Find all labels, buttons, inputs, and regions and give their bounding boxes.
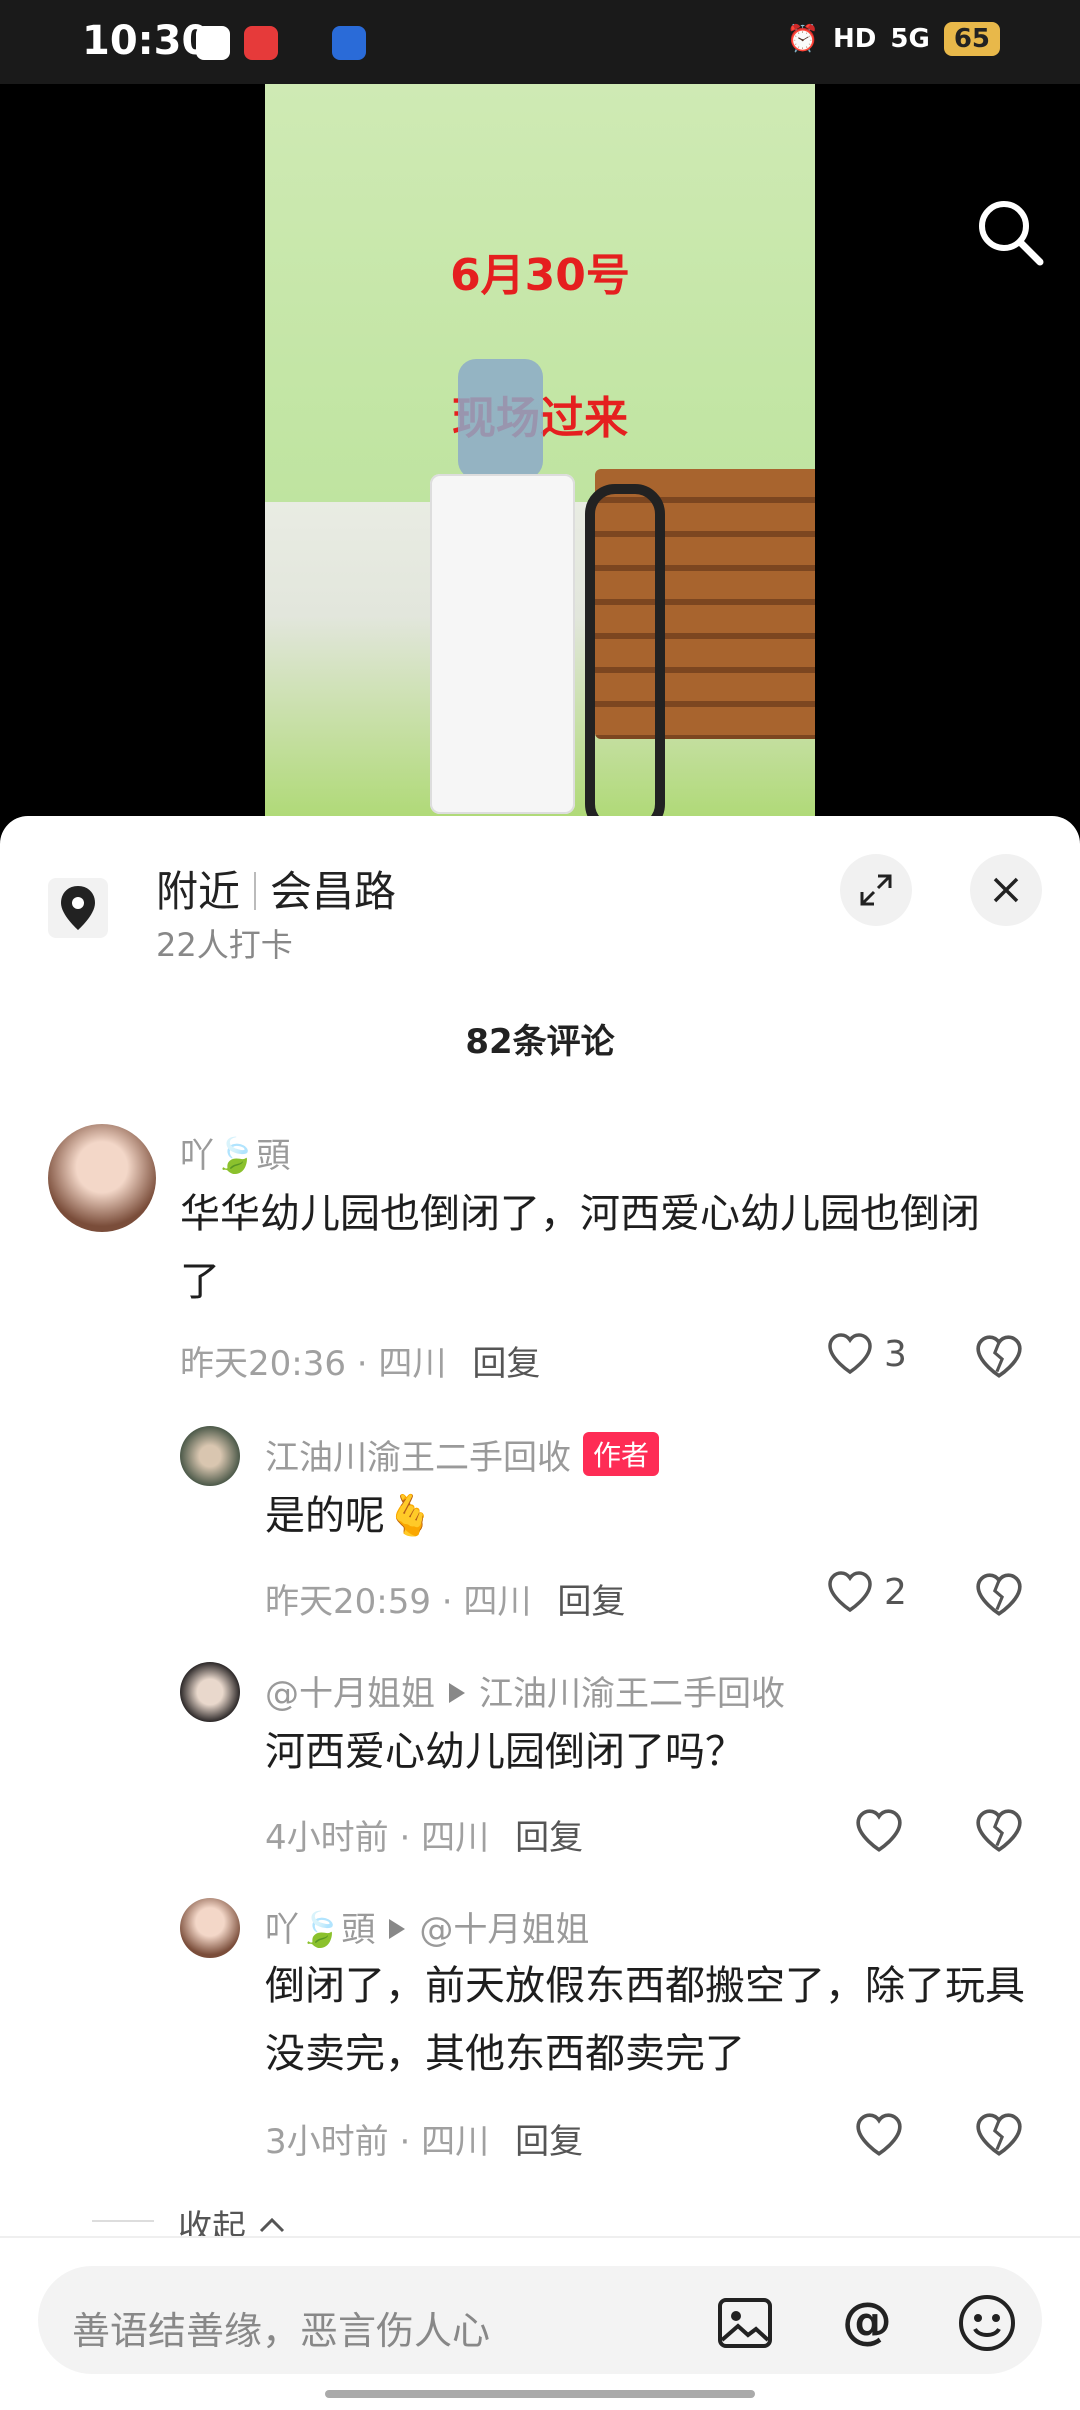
comment-meta: 昨天20:59 · 四川 回复 xyxy=(265,1582,626,1622)
comment-meta: 3小时前 · 四川 回复 xyxy=(265,2122,584,2162)
image-icon[interactable] xyxy=(714,2292,776,2354)
comment-sheet: 附近 会昌路 22人打卡 82条评论 吖🍃頭 华华幼儿园也倒闭了，河西爱心幼儿园也… xyxy=(0,816,1080,2408)
expand-button[interactable] xyxy=(840,854,912,926)
avatar[interactable] xyxy=(48,1124,156,1232)
status-right: ⏰ HD 5G 65 xyxy=(787,22,1000,56)
comment-meta: 4小时前 · 四川 回复 xyxy=(265,1818,584,1858)
network-icon: 5G xyxy=(890,24,930,54)
location-title[interactable]: 附近 会昌路 xyxy=(156,858,396,919)
svg-text:@: @ xyxy=(842,2292,892,2350)
alarm-icon: ⏰ xyxy=(786,24,820,54)
heart-icon[interactable] xyxy=(854,2112,904,2158)
comment-time: 昨天20:59 xyxy=(265,1582,431,1622)
comment-time: 3小时前 xyxy=(265,2122,389,2162)
expand-icon xyxy=(860,874,892,906)
comment-input[interactable]: 善语结善缘，恶言伤人心 @ xyxy=(38,2266,1042,2374)
bench-leg xyxy=(585,484,665,834)
emoji-icon[interactable] xyxy=(956,2292,1018,2354)
location-name: 会昌路 xyxy=(270,867,397,916)
heart-icon xyxy=(828,1333,872,1375)
username-text: 吖🍃頭 xyxy=(265,1910,376,1950)
comment-text: 华华幼儿园也倒闭了，河西爱心幼儿园也倒闭了 xyxy=(180,1191,980,1305)
video-player[interactable]: 6月30号 现场过来 xyxy=(0,84,1080,844)
comment-username[interactable]: 吖🍃頭 xyxy=(180,1128,290,1177)
username-text: 江油川渝王二手回收 xyxy=(265,1438,571,1478)
username-text: @十月姐姐 xyxy=(265,1674,435,1714)
battery-icon: 65 xyxy=(943,22,1000,56)
alipay-icon xyxy=(332,26,366,60)
reply-button[interactable]: 回复 xyxy=(515,1818,583,1858)
heart-icon[interactable] xyxy=(854,1808,904,1854)
comment-meta: 昨天20:36 · 四川 回复 xyxy=(180,1344,541,1384)
status-time: 10:30 xyxy=(82,18,210,64)
search-icon[interactable] xyxy=(974,196,1046,268)
comment-region: 四川 xyxy=(421,2122,490,2162)
comment-username[interactable]: @十月姐姐 江油川渝王二手回收 xyxy=(265,1666,785,1715)
comment-time: 4小时前 xyxy=(265,1818,389,1858)
like-count: 3 xyxy=(884,1333,907,1375)
comment-time: 昨天20:36 xyxy=(180,1344,346,1384)
dislike-icon[interactable] xyxy=(974,1572,1024,1618)
location-icon xyxy=(48,878,108,938)
reply-button[interactable]: 回复 xyxy=(515,2122,583,2162)
reply-to-user[interactable]: 江油川渝王二手回收 xyxy=(479,1674,785,1714)
divider xyxy=(92,2220,154,2222)
status-bar: 10:30 ⏰ HD 5G 65 xyxy=(0,0,1080,84)
comment-region: 四川 xyxy=(421,1818,490,1858)
like-button[interactable]: 3 xyxy=(826,1332,907,1376)
water-cooler xyxy=(430,474,575,814)
water-bottle xyxy=(458,359,543,479)
comment-count: 82条评论 xyxy=(465,1022,615,1062)
home-indicator[interactable] xyxy=(325,2390,755,2398)
comment-input-bar: 善语结善缘，恶言伤人心 @ xyxy=(0,2236,1080,2410)
comment-placeholder: 善语结善缘，恶言伤人心 xyxy=(72,2309,491,2353)
reply-button[interactable]: 回复 xyxy=(472,1344,540,1384)
comment-text: 倒闭了，前天放假东西都搬空了，除了玩具没卖完，其他东西都卖完了 xyxy=(265,1963,1025,2077)
location-checkins: 22人打卡 xyxy=(156,926,293,964)
wechat-icon xyxy=(196,26,230,60)
like-button[interactable]: 2 xyxy=(826,1570,907,1614)
hd-icon: HD xyxy=(833,24,877,54)
video-frame: 6月30号 现场过来 xyxy=(265,84,815,844)
reply-arrow-icon xyxy=(389,1919,406,1939)
location-label: 附近 xyxy=(156,867,241,916)
author-badge: 作者 xyxy=(583,1432,660,1476)
comment-region: 四川 xyxy=(463,1582,532,1622)
reply-to-user[interactable]: @十月姐姐 xyxy=(419,1910,589,1950)
avatar[interactable] xyxy=(180,1662,240,1722)
comment-region: 四川 xyxy=(378,1344,447,1384)
close-button[interactable] xyxy=(970,854,1042,926)
comment-username[interactable]: 吖🍃頭 @十月姐姐 xyxy=(265,1902,589,1951)
comment-text: 是的呢🫰 xyxy=(265,1493,435,1539)
dislike-icon[interactable] xyxy=(974,2112,1024,2158)
comment-text: 河西爱心幼儿园倒闭了吗？ xyxy=(265,1729,745,1775)
video-app-icon xyxy=(244,26,278,60)
heart-icon xyxy=(828,1571,872,1613)
like-count: 2 xyxy=(884,1571,907,1613)
reply-arrow-icon xyxy=(449,1683,465,1703)
mention-icon[interactable]: @ xyxy=(836,2292,898,2354)
dislike-icon[interactable] xyxy=(974,1808,1024,1854)
avatar[interactable] xyxy=(180,1898,240,1958)
video-caption-1: 6月30号 xyxy=(450,250,630,301)
close-icon xyxy=(993,877,1019,903)
comment-username[interactable]: 江油川渝王二手回收 作者 xyxy=(265,1430,660,1479)
reply-button[interactable]: 回复 xyxy=(557,1582,625,1622)
chevron-up-icon xyxy=(259,2217,285,2232)
dislike-icon[interactable] xyxy=(974,1334,1024,1380)
avatar[interactable] xyxy=(180,1426,240,1486)
